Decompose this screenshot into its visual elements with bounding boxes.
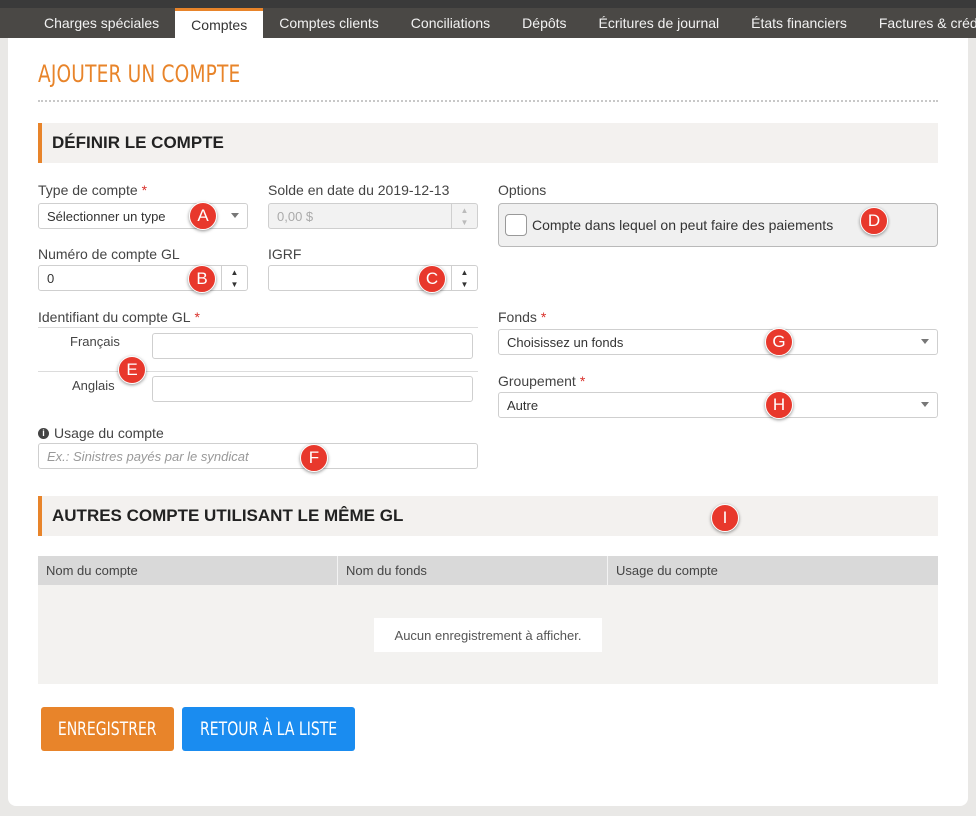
- save-button[interactable]: ENREGISTRER: [41, 707, 174, 751]
- column-header-nom-fonds[interactable]: Nom du fonds: [338, 556, 608, 585]
- annotation-badge-g: G: [765, 328, 793, 356]
- options-label: Options: [498, 182, 547, 198]
- francais-label: Français: [70, 334, 120, 349]
- fonds-label: Fonds *: [498, 309, 547, 325]
- section-title: DÉFINIR LE COMPTE: [52, 133, 224, 152]
- arrow-up-icon: ▲: [460, 205, 469, 215]
- tab-factures-credits[interactable]: Factures & crédits: [863, 8, 976, 38]
- gl-value: 0: [47, 270, 55, 286]
- solde-placeholder: 0,00 $: [277, 208, 314, 224]
- gl-label: Numéro de compte GL: [38, 246, 180, 262]
- type-compte-value: Sélectionner un type: [47, 208, 166, 224]
- table-header: Nom du compte Nom du fonds Usage du comp…: [38, 556, 938, 585]
- top-strip: [0, 0, 976, 8]
- section-header-definir: DÉFINIR LE COMPTE: [38, 123, 938, 163]
- info-icon[interactable]: i: [38, 427, 49, 439]
- usage-placeholder: Ex.: Sinistres payés par le syndicat: [47, 448, 249, 464]
- payments-checkbox-label[interactable]: Compte dans lequel on peut faire des pai…: [532, 217, 833, 233]
- required-marker: *: [579, 373, 586, 389]
- annotation-badge-d: D: [860, 207, 888, 235]
- identifiant-divider: [38, 327, 478, 328]
- tab-comptes[interactable]: Comptes: [175, 8, 264, 38]
- tab-conciliations[interactable]: Conciliations: [395, 8, 506, 38]
- annotation-badge-c: C: [418, 265, 446, 293]
- language-divider: [38, 371, 478, 372]
- type-compte-label: Type de compte *: [38, 182, 148, 198]
- main-card: AJOUTER UN COMPTE DÉFINIR LE COMPTE Type…: [8, 38, 968, 806]
- solde-input: 0,00 $ ▲ ▼: [268, 203, 478, 229]
- usage-label: i Usage du compte: [38, 425, 164, 441]
- page-title: AJOUTER UN COMPTE: [38, 60, 241, 88]
- column-header-usage[interactable]: Usage du compte: [608, 556, 938, 585]
- groupement-select[interactable]: Autre: [498, 392, 938, 418]
- fonds-value: Choisissez un fonds: [507, 334, 624, 350]
- gl-input[interactable]: 0 ▲ ▼: [38, 265, 248, 291]
- payments-checkbox[interactable]: [505, 214, 527, 236]
- arrow-down-icon[interactable]: ▼: [222, 278, 247, 290]
- arrow-up-icon[interactable]: ▲: [222, 266, 247, 278]
- arrow-down-icon[interactable]: ▼: [452, 278, 477, 290]
- solde-stepper: ▲ ▼: [451, 204, 477, 228]
- chevron-down-icon: [921, 402, 929, 407]
- accounts-table: Nom du compte Nom du fonds Usage du comp…: [38, 556, 938, 684]
- module-tab-bar: Charges spéciales Comptes Comptes client…: [0, 8, 976, 38]
- anglais-label: Anglais: [72, 378, 115, 393]
- tab-charges-speciales[interactable]: Charges spéciales: [28, 8, 175, 38]
- empty-table-message: Aucun enregistrement à afficher.: [374, 618, 602, 652]
- usage-input[interactable]: Ex.: Sinistres payés par le syndicat: [38, 443, 478, 469]
- igrf-stepper[interactable]: ▲ ▼: [451, 266, 477, 290]
- section-header-autres-comptes: AUTRES COMPTE UTILISANT LE MÊME GL: [38, 496, 938, 536]
- annotation-badge-i: I: [711, 504, 739, 532]
- arrow-down-icon: ▼: [460, 217, 469, 227]
- identifiant-label: Identifiant du compte GL *: [38, 309, 200, 325]
- annotation-badge-b: B: [188, 265, 216, 293]
- title-divider: [38, 100, 938, 102]
- column-header-nom-compte[interactable]: Nom du compte: [38, 556, 338, 585]
- chevron-down-icon: [921, 339, 929, 344]
- solde-label: Solde en date du 2019-12-13: [268, 182, 450, 198]
- tab-depots[interactable]: Dépôts: [506, 8, 582, 38]
- annotation-badge-h: H: [765, 391, 793, 419]
- groupement-label: Groupement *: [498, 373, 586, 389]
- igrf-label: IGRF: [268, 246, 302, 262]
- groupement-value: Autre: [507, 397, 539, 413]
- required-marker: *: [194, 309, 200, 325]
- required-marker: *: [540, 309, 547, 325]
- gl-stepper[interactable]: ▲ ▼: [221, 266, 247, 290]
- back-to-list-button[interactable]: RETOUR À LA LISTE: [182, 707, 355, 751]
- igrf-input[interactable]: ▲ ▼: [268, 265, 478, 291]
- required-marker: *: [141, 182, 148, 198]
- tab-comptes-clients[interactable]: Comptes clients: [263, 8, 395, 38]
- annotation-badge-e: E: [118, 356, 146, 384]
- francais-input[interactable]: [152, 333, 473, 359]
- chevron-down-icon: [231, 213, 239, 218]
- annotation-badge-a: A: [189, 202, 217, 230]
- annotation-badge-f: F: [300, 444, 328, 472]
- fonds-select[interactable]: Choisissez un fonds: [498, 329, 938, 355]
- section-title: AUTRES COMPTE UTILISANT LE MÊME GL: [52, 506, 404, 525]
- anglais-input[interactable]: [152, 376, 473, 402]
- tab-etats-financiers[interactable]: États financiers: [735, 8, 863, 38]
- tab-ecritures-de-journal[interactable]: Écritures de journal: [583, 8, 736, 38]
- arrow-up-icon[interactable]: ▲: [452, 266, 477, 278]
